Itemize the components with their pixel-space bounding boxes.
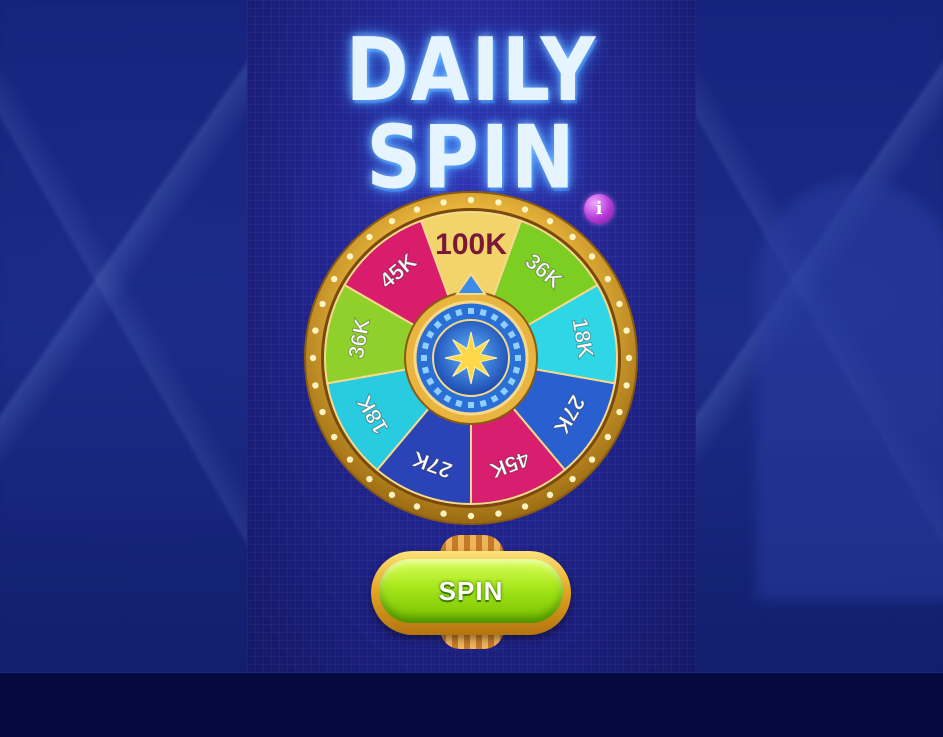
star-icon (444, 331, 498, 385)
spin-button[interactable]: SPIN (371, 551, 571, 635)
bottom-bar (0, 672, 943, 737)
wheel-segment-label: 100K (435, 228, 507, 261)
rim-light (569, 475, 576, 483)
rim-light (413, 206, 421, 213)
rim-light (346, 253, 354, 260)
rim-light (440, 510, 447, 517)
rim-light (616, 300, 623, 308)
rim-light (495, 510, 502, 517)
rim-light (625, 354, 633, 362)
rim-light (319, 300, 326, 308)
rim-light (521, 503, 529, 510)
prize-wheel-graphic: 100K36K18K27K45K27K18K36K45K (304, 191, 638, 525)
background-left (0, 0, 247, 672)
rim-light (440, 199, 447, 206)
rim-light (623, 327, 630, 334)
rim-light (312, 382, 319, 389)
rim-light (623, 382, 630, 389)
spin-button-label: SPIN (438, 576, 504, 606)
rim-light (616, 408, 623, 416)
rim-light (546, 491, 554, 499)
rim-light (521, 206, 529, 213)
rim-light (346, 456, 354, 463)
background-right (696, 0, 943, 672)
rim-light (319, 408, 326, 416)
prize-wheel[interactable]: 100K 36K 18K 27K 45K 27K 18K 36K 45K (301, 188, 641, 528)
rim-light (467, 512, 475, 520)
page-title: DAILY SPIN (345, 18, 598, 209)
rim-light (413, 503, 421, 510)
rim-light (588, 456, 596, 463)
rim-light (588, 253, 596, 260)
rim-light (366, 475, 373, 483)
rim-light (388, 217, 396, 225)
rim-light (546, 217, 554, 225)
rim-light (388, 491, 396, 499)
daily-spin-panel: DAILY SPIN 100K 36K 18K 27K 45K 27K 18K 36K 45K … (247, 0, 696, 672)
rim-light (366, 233, 373, 241)
rim-light (309, 354, 317, 362)
info-button[interactable]: i (584, 194, 614, 224)
rim-light (604, 275, 612, 283)
rim-light (569, 233, 576, 241)
rim-light (312, 327, 319, 334)
rim-light (604, 433, 612, 441)
rim-light (330, 433, 338, 441)
rim-light (330, 275, 338, 283)
rim-light (495, 199, 502, 206)
rim-light (467, 196, 475, 204)
spin-button-face[interactable]: SPIN (379, 559, 563, 623)
info-icon: i (595, 198, 603, 219)
